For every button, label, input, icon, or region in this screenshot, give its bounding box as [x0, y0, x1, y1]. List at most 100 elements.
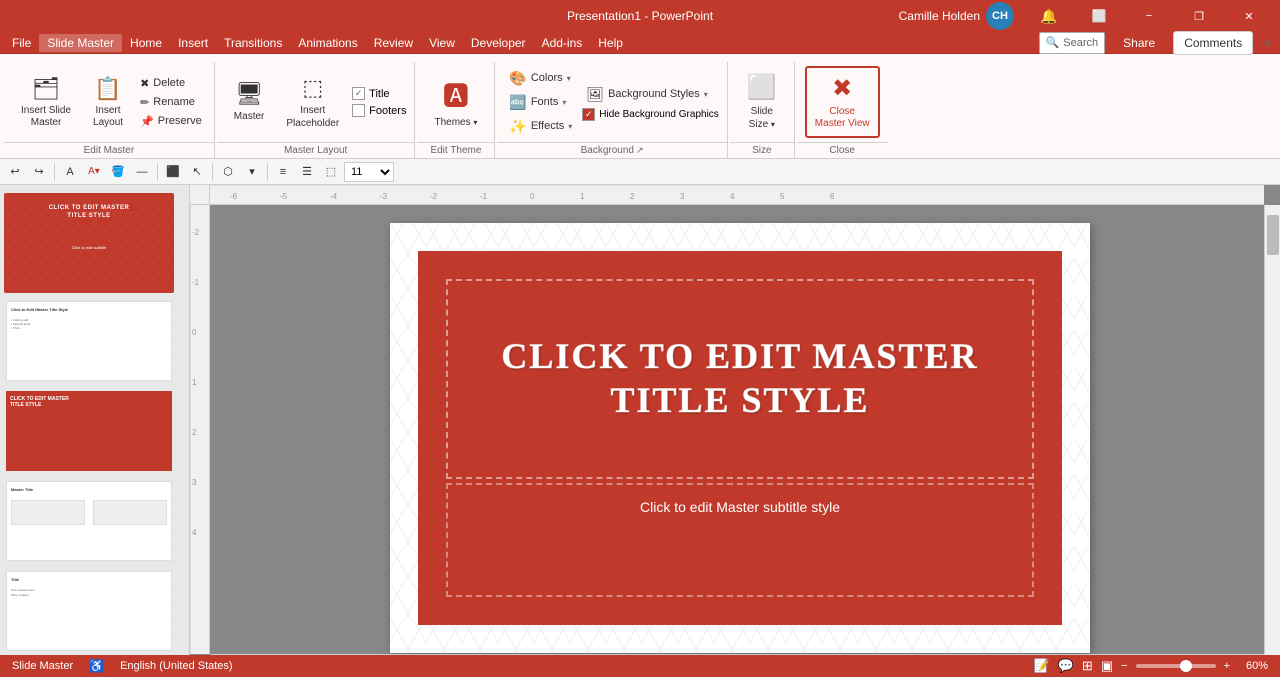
insert-slide-master-icon: 🗂 [32, 76, 60, 102]
background-styles-label: Background Styles [608, 88, 700, 100]
themes-button[interactable]: 🅰 Themes ▾ [425, 69, 486, 136]
shapes-button[interactable]: ⬡ [217, 161, 239, 183]
slide-title-box[interactable]: CLICK TO EDIT MASTER TITLE STYLE [446, 279, 1034, 479]
menu-slide-master[interactable]: Slide Master [39, 34, 122, 52]
fill-color-button[interactable]: 🪣 [107, 161, 129, 183]
slide-subtitle-box[interactable]: Click to edit Master subtitle style [446, 483, 1034, 597]
footers-checkbox-box [352, 104, 365, 117]
font-size-select[interactable]: 11 12 14 18 [344, 162, 394, 182]
menu-help[interactable]: Help [590, 34, 631, 52]
minimize-window-button[interactable]: − [1126, 0, 1172, 32]
slide-thumb-1[interactable]: CLICK TO EDIT MASTERTITLE STYLE Click to… [4, 193, 174, 293]
rename-button[interactable]: ✏ Rename [136, 94, 206, 111]
colors-dropdown-icon: ▾ [567, 74, 571, 83]
hide-bg-checkbox-box: ✓ [582, 108, 595, 121]
svg-text:1: 1 [192, 378, 197, 387]
menu-home[interactable]: Home [122, 34, 170, 52]
svg-text:1: 1 [580, 192, 585, 201]
title-bar: Presentation1 - PowerPoint Camille Holde… [0, 0, 1280, 32]
svg-text:5: 5 [780, 192, 785, 201]
zoom-out-icon[interactable]: − [1121, 660, 1127, 672]
effects-button[interactable]: ✨ Effects ▾ [505, 116, 576, 137]
redo-button[interactable]: ↪ [28, 161, 50, 183]
menu-view[interactable]: View [421, 34, 463, 52]
menu-review[interactable]: Review [366, 34, 421, 52]
slide-thumb-3[interactable]: CLICK TO EDIT MASTERTITLE STYLE [4, 389, 174, 473]
svg-text:-1: -1 [192, 278, 200, 287]
bg-styles-dropdown-icon: ▾ [704, 90, 708, 99]
slide-title-text: CLICK TO EDIT MASTER TITLE STYLE [448, 319, 1032, 437]
undo-button[interactable]: ↩ [4, 161, 26, 183]
colors-button[interactable]: 🎨 Colors ▾ [505, 68, 576, 89]
group-master-layout: 🖥 Master ⬚ InsertPlaceholder ✓ Title Foo… [217, 62, 416, 158]
delete-button[interactable]: ✖ Delete [136, 75, 206, 92]
menu-transitions[interactable]: Transitions [216, 34, 290, 52]
align-left-button[interactable]: ≡ [272, 161, 294, 183]
menu-file[interactable]: File [4, 34, 39, 52]
effects-icon: ✨ [509, 118, 526, 135]
close-label: Close [797, 142, 888, 158]
slide[interactable]: CLICK TO EDIT MASTER TITLE STYLE Click t… [390, 223, 1090, 653]
zoom-in-icon[interactable]: + [1224, 660, 1230, 672]
title-bar-controls: Camille Holden CH 🔔 ⬜ − ❐ ✕ [899, 0, 1272, 32]
close-master-view-button[interactable]: ✖ CloseMaster View [805, 66, 880, 138]
menu-insert[interactable]: Insert [170, 34, 216, 52]
font-color-button[interactable]: A [59, 161, 81, 183]
ribbon-display-button[interactable]: ⬜ [1076, 0, 1122, 32]
background-label: Background ↗ [497, 142, 726, 158]
toolbar-sep-3 [212, 163, 213, 181]
select-button[interactable]: ↖ [186, 161, 208, 183]
align-center-button[interactable]: ☰ [296, 161, 318, 183]
svg-text:0: 0 [530, 192, 535, 201]
normal-view-icon[interactable]: ▣ [1101, 658, 1113, 674]
background-styles-button[interactable]: 🖼 Background Styles ▾ [582, 84, 719, 105]
minimize-button[interactable]: 🔔 [1026, 0, 1072, 32]
themes-icon: 🅰 [443, 76, 469, 113]
search-box[interactable]: 🔍 Search [1039, 32, 1106, 54]
master-button[interactable]: 🖥 Master [225, 71, 274, 133]
svg-text:-5: -5 [280, 192, 288, 201]
line-button[interactable]: — [131, 161, 153, 183]
fonts-button[interactable]: 🔤 Fonts ▾ [505, 92, 576, 113]
highlight-button[interactable]: A▾ [83, 161, 105, 183]
svg-text:3: 3 [192, 478, 197, 487]
toolbar-sep-4 [267, 163, 268, 181]
ribbon-content: 🗂 Insert SlideMaster 📋 InsertLayout ✖ De… [0, 58, 1280, 158]
window-title: Presentation1 - PowerPoint [567, 9, 713, 23]
ribbon-collapse-button[interactable]: ∧ [1259, 36, 1276, 50]
main-area: CLICK TO EDIT MASTERTITLE STYLE Click to… [0, 185, 1280, 670]
slide-size-button[interactable]: ⬜ SlideSize ▾ [738, 66, 786, 138]
insert-placeholder-button[interactable]: ⬚ InsertPlaceholder [277, 68, 348, 137]
hide-bg-checkbox[interactable]: ✓ Hide Background Graphics [582, 108, 719, 121]
comments-button[interactable]: Comments [1173, 31, 1253, 55]
insert-layout-button[interactable]: 📋 InsertLayout [84, 69, 132, 136]
slide-thumb-4[interactable]: Master Title [4, 479, 174, 563]
svg-text:-2: -2 [430, 192, 438, 201]
edit-theme-label: Edit Theme [417, 142, 494, 158]
preserve-button[interactable]: 📌 Preserve [136, 113, 206, 130]
slide-thumb-2[interactable]: Click to Edit Master Title Style • Click… [4, 299, 174, 383]
notes-icon[interactable]: 📝 [1034, 658, 1050, 674]
zoom-slider[interactable] [1136, 664, 1216, 668]
share-button[interactable]: Share [1111, 32, 1167, 54]
restore-button[interactable]: ❐ [1176, 0, 1222, 32]
close-button[interactable]: ✕ [1226, 0, 1272, 32]
zoom-level[interactable]: 60% [1238, 660, 1268, 672]
shapes-dropdown[interactable]: ▾ [241, 161, 263, 183]
user-area: Camille Holden CH [899, 2, 1014, 30]
group-size: ⬜ SlideSize ▾ Size [730, 62, 795, 158]
menu-addins[interactable]: Add-ins [534, 34, 591, 52]
slide-thumb-5[interactable]: Title Text content areaMore content [4, 569, 174, 653]
text-box-button[interactable]: ⬚ [320, 161, 342, 183]
menu-developer[interactable]: Developer [463, 34, 534, 52]
delete-icon: ✖ [140, 77, 149, 90]
fit-page-icon[interactable]: ⊞ [1082, 658, 1093, 674]
scrollbar-vertical[interactable] [1264, 205, 1280, 654]
footers-checkbox[interactable]: Footers [352, 104, 406, 117]
title-checkbox[interactable]: ✓ Title [352, 87, 406, 100]
arrange-button[interactable]: ⬛ [162, 161, 184, 183]
insert-slide-master-button[interactable]: 🗂 Insert SlideMaster [12, 69, 80, 136]
comments-status-icon[interactable]: 💬 [1058, 658, 1074, 674]
canvas-area: -6 -5 -4 -3 -2 -1 0 1 2 3 4 5 6 [190, 185, 1280, 670]
menu-animations[interactable]: Animations [290, 34, 365, 52]
